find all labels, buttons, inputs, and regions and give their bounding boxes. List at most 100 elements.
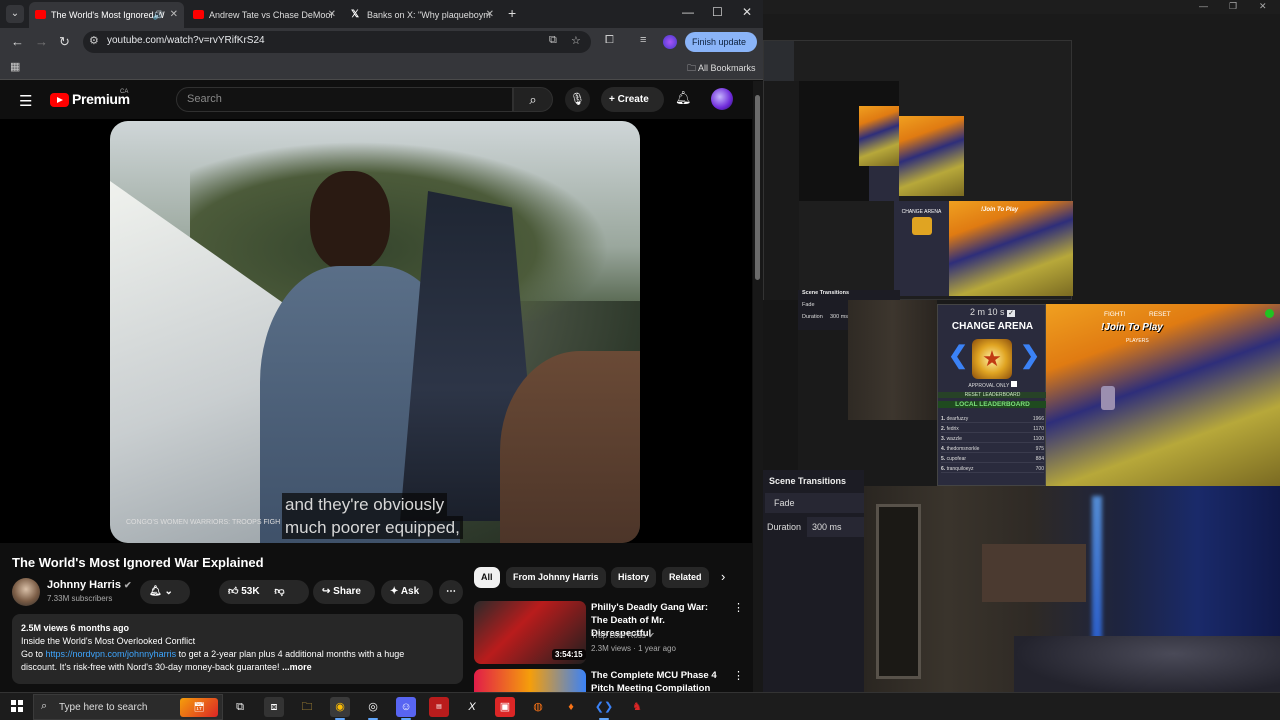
tab-search-button[interactable]: ⌄ (6, 5, 24, 23)
status-dot-icon (1265, 309, 1274, 318)
notifications-bell-icon[interactable]: 🔔︎ (675, 90, 692, 106)
app-icon-4[interactable]: ▣ (495, 697, 515, 717)
video-player[interactable] (0, 119, 752, 543)
brave-icon[interactable]: ♦ (561, 697, 581, 717)
recommendation-meta: 2.3M views · 1 year ago (591, 644, 676, 653)
search-button[interactable]: ⌕ (513, 87, 553, 112)
close-window-button[interactable]: ✕ (742, 5, 752, 19)
approval-only-label: APPROVAL ONLY (968, 383, 1010, 389)
back-button[interactable]: ← (11, 34, 24, 49)
minimize-button[interactable]: — (1199, 1, 1208, 11)
recommendation-title[interactable]: The Complete MCU Phase 4 Pitch Meeting C… (591, 669, 726, 692)
youtube-logo-icon[interactable] (50, 93, 69, 107)
chips-next-icon[interactable]: › (721, 569, 725, 584)
search-placeholder: Search (187, 93, 222, 105)
channel-avatar[interactable] (12, 578, 40, 606)
maximize-button[interactable]: ❐ (1229, 1, 1237, 12)
more-vert-icon[interactable]: ⋮ (733, 601, 744, 614)
tab-x-banks[interactable]: 𝕏 Banks on X: "Why plaqueboym ✕ (345, 2, 500, 28)
hamburger-menu-icon[interactable]: ☰ (19, 92, 32, 110)
app-icon-2[interactable]: ▤ (429, 697, 449, 717)
windows-start-icon[interactable] (11, 700, 23, 712)
all-bookmarks-button[interactable]: 🗀 All Bookmarks (687, 61, 756, 77)
caption-line: much poorer equipped, (282, 516, 463, 539)
chrome-icon[interactable]: ◉ (330, 697, 350, 720)
nested-webcam (848, 300, 937, 420)
finish-update-button[interactable]: Finish update ⋮ (685, 32, 757, 67)
close-window-button[interactable]: ✕ (1259, 1, 1267, 12)
file-explorer-icon[interactable]: 🗀 (297, 697, 317, 717)
bookmark-star-icon[interactable]: ☆ (571, 34, 581, 47)
voice-search-button[interactable]: 🎙 (565, 87, 590, 112)
close-tab-icon[interactable]: ✕ (486, 2, 494, 28)
profile-avatar[interactable] (663, 35, 677, 49)
more-actions-button[interactable]: ⋯ (439, 580, 463, 604)
dislike-button[interactable]: 👎︎ (274, 586, 284, 597)
address-bar[interactable]: ⚙ youtube.com/watch?v=rvYRifKrS24 ⧉ ☆ (83, 31, 591, 53)
discord-icon[interactable]: ☺ (396, 697, 416, 720)
channel-name[interactable]: Johnny Harris ✔ (47, 579, 132, 591)
arena-prev-icon[interactable]: ❮ (948, 341, 968, 370)
like-button[interactable]: 👍︎ 53K (228, 586, 260, 597)
tab-andrew-tate[interactable]: Andrew Tate vs Chase DeMoor ✕ (187, 2, 342, 28)
recommendation-item[interactable]: 3:54:15 Philly's Deadly Gang War: The De… (474, 601, 754, 664)
app-icon-1[interactable]: ⧈ (264, 697, 284, 717)
subscription-bell-button[interactable]: 🔔︎ ⌄ (140, 580, 190, 604)
rank: 2. (941, 426, 946, 432)
show-more-button[interactable]: ...more (280, 662, 312, 672)
reset-leaderboard-button[interactable]: RESET LEADERBOARD (938, 392, 1047, 398)
rank: 6. (941, 466, 946, 472)
description-link[interactable]: https://nordvpn.com/johnnyharris (46, 649, 177, 659)
chip-all[interactable]: All (474, 567, 500, 588)
install-app-icon[interactable]: ⧉ (549, 34, 557, 47)
leaderboard-row: 4. thedomsnorkle 975 (941, 446, 1044, 453)
description-text: discount. It's risk-free with Nord's 30-… (21, 662, 280, 672)
chip-related[interactable]: Related (662, 567, 709, 588)
app-icon-3[interactable]: X (462, 697, 482, 717)
tab-youtube[interactable]: The World's Most Ignored W 🔊 ✕ (29, 2, 184, 28)
forward-button[interactable]: → (35, 34, 48, 49)
apps-grid-icon[interactable]: ▦ (10, 60, 20, 73)
minimize-button[interactable]: — (682, 5, 694, 19)
task-view-icon[interactable]: ⧉ (230, 697, 250, 717)
leaderboard-row: 6. tranquiloeyz 700 (941, 466, 1044, 473)
scrollbar-thumb[interactable] (755, 95, 760, 280)
chip-from-channel[interactable]: From Johnny Harris (506, 567, 606, 588)
blender-icon[interactable]: ◍ (528, 697, 548, 717)
nested-duration-label: Duration (802, 314, 823, 320)
arena-next-icon[interactable]: ❯ (1020, 341, 1040, 370)
duration-input[interactable]: 300 ms (807, 517, 864, 537)
audio-playing-icon[interactable]: 🔊 (153, 2, 164, 28)
chip-history[interactable]: History (611, 567, 657, 588)
approval-only-toggle[interactable]: APPROVAL ONLY (938, 381, 1047, 389)
ask-button[interactable]: ✦ Ask (381, 580, 433, 604)
recommendation-item[interactable]: The Complete MCU Phase 4 Pitch Meeting C… (474, 669, 754, 692)
chevron-down-icon: ⌄ (164, 586, 173, 597)
vscode-icon[interactable]: ❮❯ (594, 697, 614, 720)
page-scrollbar[interactable] (753, 81, 763, 692)
caption-line: and they're obviously (282, 493, 448, 516)
reload-button[interactable]: ↻ (59, 34, 70, 50)
transition-select[interactable]: Fade (765, 493, 864, 513)
close-tab-icon[interactable]: ✕ (170, 2, 178, 28)
close-tab-icon[interactable]: ✕ (328, 2, 336, 28)
description-box[interactable]: 2.5M views 6 months ago Inside the World… (12, 614, 463, 684)
taskbar-search-box[interactable]: ⌕ Type here to search 📅︎ (33, 694, 223, 720)
new-tab-button[interactable]: + (508, 5, 516, 21)
account-avatar[interactable] (711, 88, 733, 110)
fight-button[interactable]: FIGHT! (1104, 311, 1125, 318)
site-info-icon[interactable]: ⚙ (89, 34, 99, 47)
more-vert-icon[interactable]: ⋮ (733, 669, 744, 682)
players-label: PLAYERS (1126, 338, 1149, 344)
media-control-icon[interactable]: ≡ (640, 34, 646, 46)
recommendation-thumbnail[interactable] (474, 669, 586, 692)
obs-icon[interactable]: ◎ (363, 697, 383, 720)
reset-button[interactable]: RESET (1149, 311, 1171, 318)
folder-icon: 🗀 (687, 63, 697, 73)
app-icon-5[interactable]: ♞ (627, 697, 647, 717)
share-button[interactable]: ↪ Share (313, 580, 375, 604)
create-button[interactable]: + Create (601, 87, 664, 112)
maximize-button[interactable]: ☐ (712, 5, 723, 19)
youtube-search-input[interactable]: Search (176, 87, 513, 112)
extensions-icon[interactable]: ⧠ (605, 34, 614, 47)
